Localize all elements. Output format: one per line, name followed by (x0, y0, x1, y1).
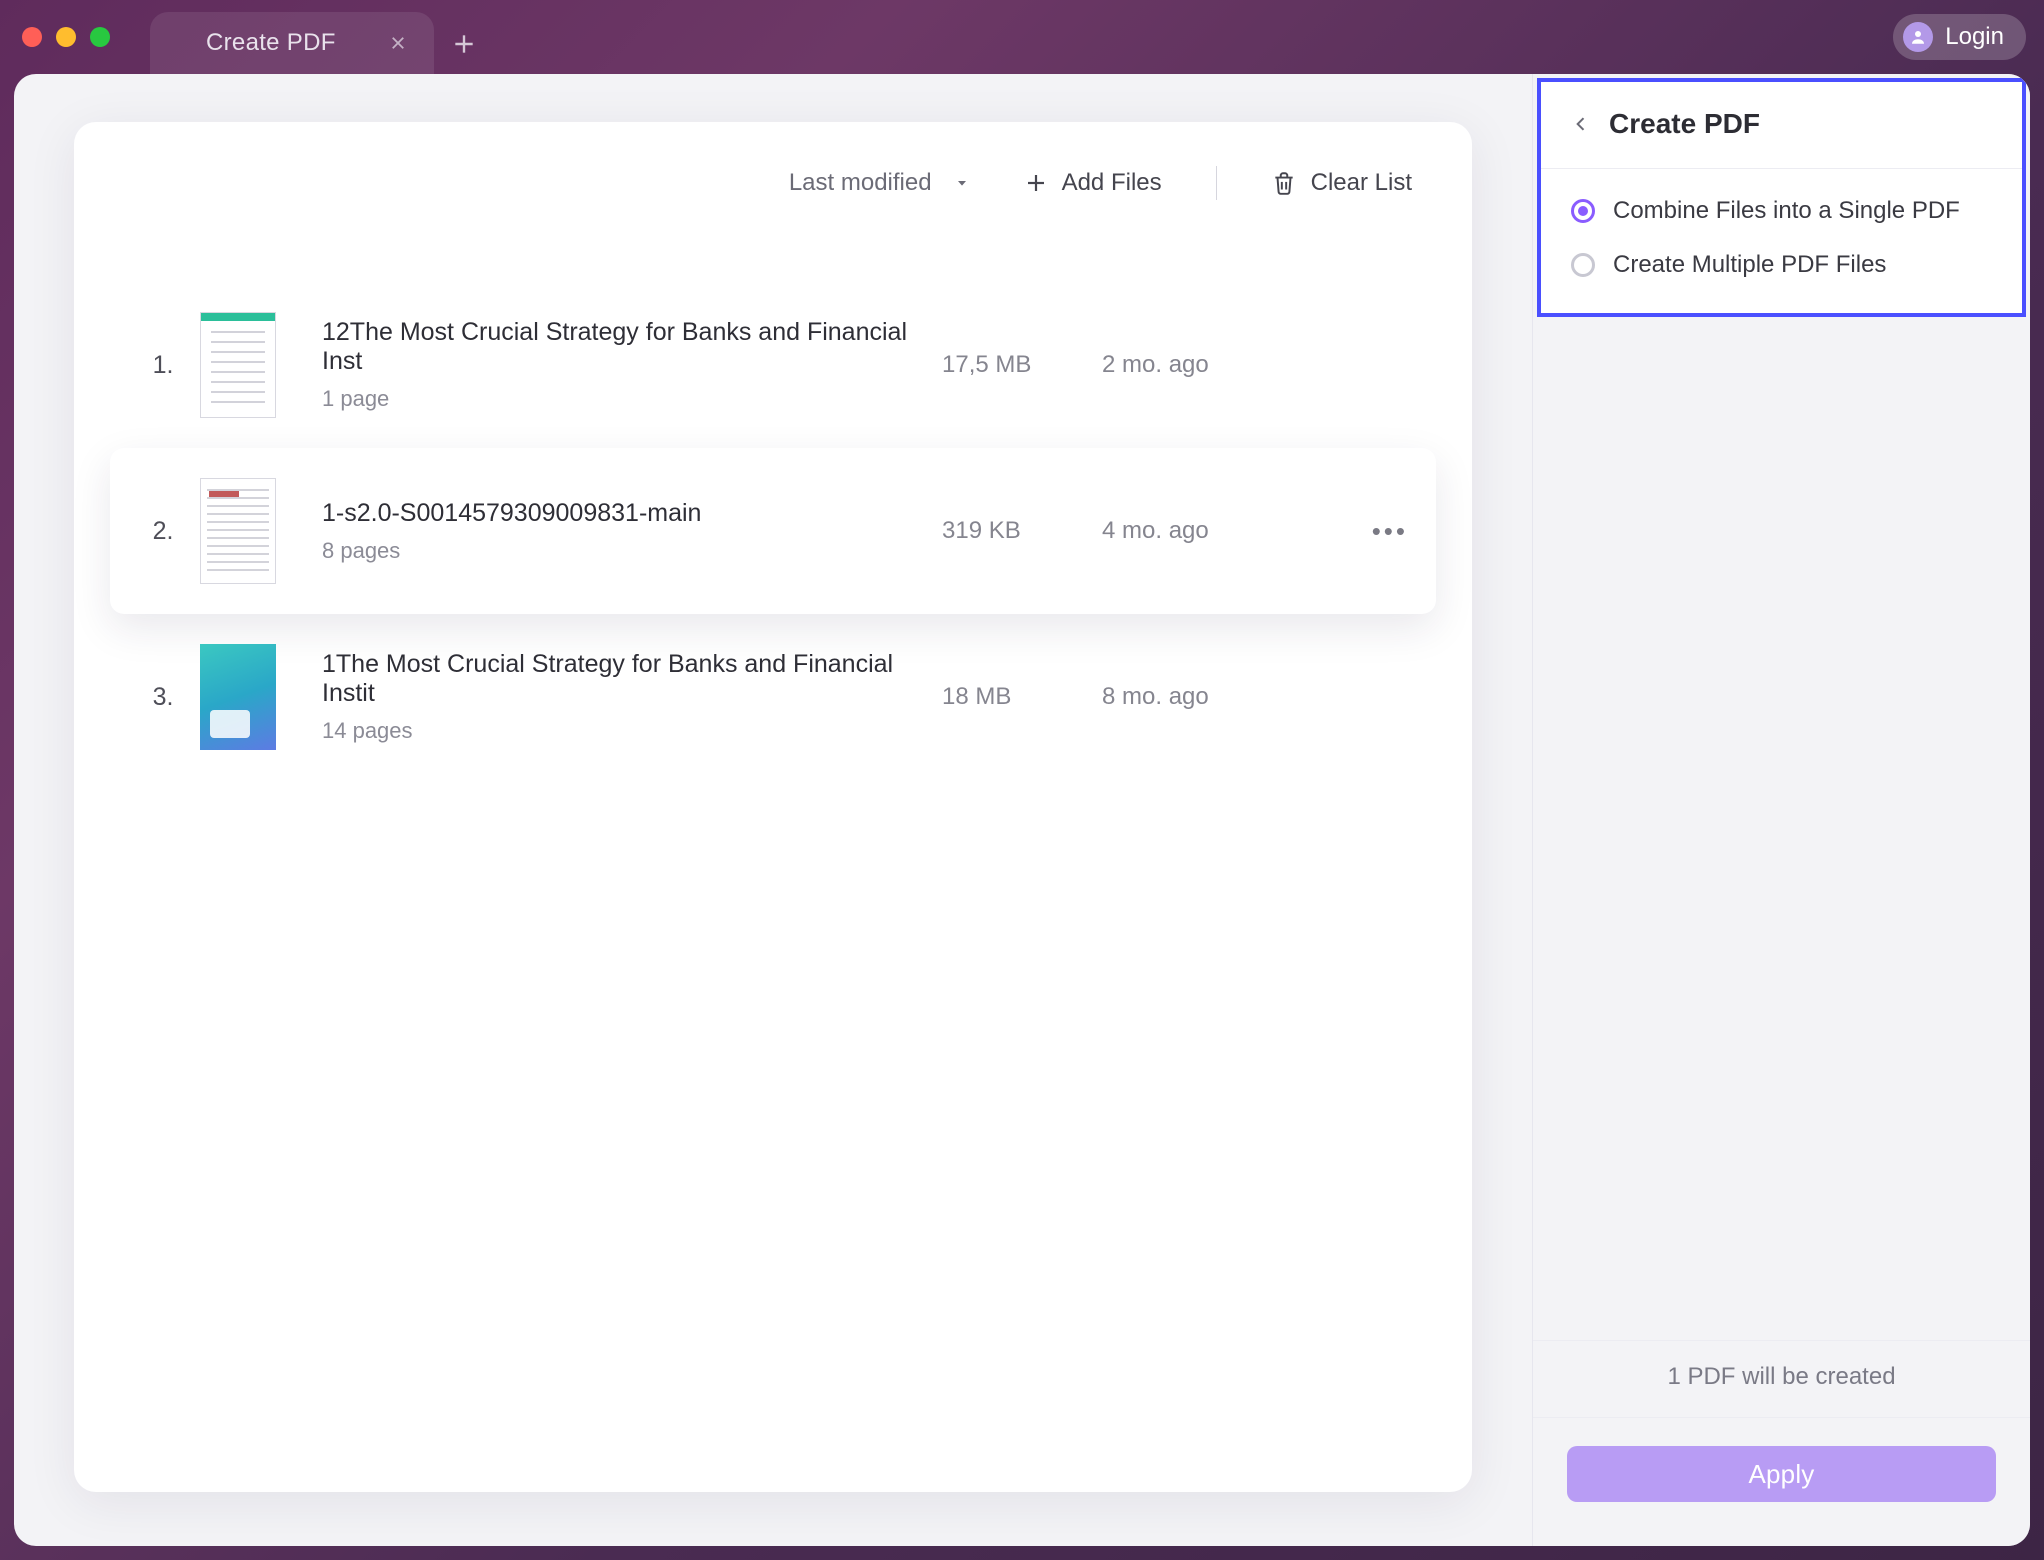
list-toolbar: Last modified Add Files (74, 122, 1472, 222)
new-tab-button[interactable] (434, 14, 494, 74)
file-row[interactable]: 1. 12The Most Crucial Strategy for Banks… (74, 282, 1472, 448)
file-row[interactable]: 2. 1-s2.0-S0014579309009831-main 8 pages… (110, 448, 1436, 614)
file-pages: 8 pages (322, 538, 942, 564)
chevron-left-icon[interactable] (1571, 114, 1591, 134)
toolbar-divider (1216, 166, 1217, 200)
side-panel: Create PDF Combine Files into a Single P… (1532, 74, 2030, 1546)
add-files-button[interactable]: Add Files (1024, 169, 1162, 197)
file-thumbnail (200, 644, 276, 750)
row-index: 2. (140, 517, 186, 546)
sort-label: Last modified (789, 169, 932, 197)
clear-list-button[interactable]: Clear List (1271, 169, 1412, 197)
file-pages: 1 page (322, 386, 942, 412)
window-controls (22, 27, 110, 47)
panel-header: Create PDF (1541, 82, 2022, 169)
titlebar: Create PDF Login (0, 0, 2044, 74)
apply-button[interactable]: Apply (1567, 1446, 1996, 1502)
option-multiple-label: Create Multiple PDF Files (1613, 251, 1886, 279)
sort-dropdown[interactable]: Last modified (789, 169, 970, 197)
file-modified: 8 mo. ago (1102, 683, 1302, 711)
file-title: 1The Most Crucial Strategy for Banks and… (322, 650, 942, 708)
panel-status: 1 PDF will be created (1533, 1340, 2030, 1418)
file-list-area: Last modified Add Files (14, 74, 1532, 1546)
tab-create-pdf[interactable]: Create PDF (150, 12, 434, 74)
login-button[interactable]: Login (1893, 14, 2026, 60)
file-title: 12The Most Crucial Strategy for Banks an… (322, 318, 942, 376)
file-title: 1-s2.0-S0014579309009831-main (322, 499, 942, 528)
row-index: 1. (140, 351, 186, 380)
window-close-button[interactable] (22, 27, 42, 47)
trash-icon (1271, 170, 1297, 196)
option-combine[interactable]: Combine Files into a Single PDF (1571, 197, 1992, 225)
panel-title: Create PDF (1609, 108, 1760, 140)
tab-title: Create PDF (206, 29, 336, 57)
add-files-label: Add Files (1062, 169, 1162, 197)
window-zoom-button[interactable] (90, 27, 110, 47)
file-size: 17,5 MB (942, 351, 1102, 379)
clear-list-label: Clear List (1311, 169, 1412, 197)
create-mode-options: Combine Files into a Single PDF Create M… (1541, 169, 2022, 313)
file-pages: 14 pages (322, 718, 942, 744)
file-modified: 2 mo. ago (1102, 351, 1302, 379)
file-thumbnail (200, 312, 276, 418)
panel-footer: Apply (1533, 1418, 2030, 1546)
file-list: 1. 12The Most Crucial Strategy for Banks… (74, 222, 1472, 1492)
file-row[interactable]: 3. 1The Most Crucial Strategy for Banks … (74, 614, 1472, 780)
file-modified: 4 mo. ago (1102, 517, 1302, 545)
topbar-right: Login (1893, 14, 2026, 60)
file-size: 319 KB (942, 517, 1102, 545)
window-minimize-button[interactable] (56, 27, 76, 47)
option-combine-label: Combine Files into a Single PDF (1613, 197, 1960, 225)
file-size: 18 MB (942, 683, 1102, 711)
row-index: 3. (140, 683, 186, 712)
tabstrip: Create PDF (150, 0, 494, 74)
option-multiple[interactable]: Create Multiple PDF Files (1571, 251, 1992, 279)
plus-icon (1024, 171, 1048, 195)
side-panel-card: Create PDF Combine Files into a Single P… (1537, 78, 2026, 317)
panel-spacer (1533, 317, 2030, 1340)
stage: Last modified Add Files (14, 74, 2030, 1546)
file-thumbnail (200, 478, 276, 584)
caret-down-icon (954, 175, 970, 191)
row-more-icon[interactable]: ••• (1372, 516, 1408, 547)
file-list-card: Last modified Add Files (74, 122, 1472, 1492)
tab-close-icon[interactable] (386, 31, 410, 55)
login-label: Login (1945, 23, 2004, 51)
avatar-icon (1903, 22, 1933, 52)
radio-icon (1571, 253, 1595, 277)
radio-icon (1571, 199, 1595, 223)
